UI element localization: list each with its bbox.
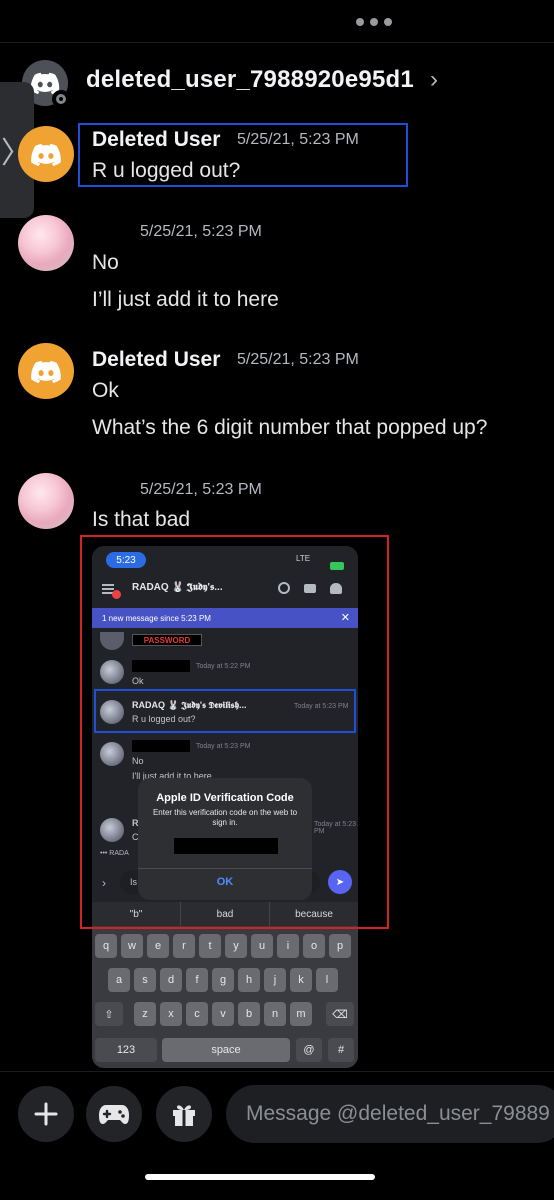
plus-icon	[34, 1102, 58, 1126]
gift-button[interactable]	[156, 1086, 212, 1142]
backspace-icon: ⌫	[326, 1002, 354, 1026]
at-key: @	[296, 1038, 322, 1062]
key: b	[238, 1002, 260, 1026]
numbers-key: 123	[95, 1038, 157, 1062]
key: g	[212, 968, 234, 992]
key: z	[134, 1002, 156, 1026]
highlight-box-blue	[78, 123, 408, 187]
message-text: Ok	[92, 379, 119, 402]
message-text: No	[92, 251, 119, 274]
key: y	[225, 934, 247, 958]
key: a	[108, 968, 130, 992]
shift-icon: ⇧	[95, 1002, 123, 1026]
key: o	[303, 934, 325, 958]
activities-button[interactable]	[86, 1086, 142, 1142]
key: p	[329, 934, 351, 958]
add-button[interactable]	[18, 1086, 74, 1142]
key: d	[160, 968, 182, 992]
gift-icon	[173, 1105, 195, 1126]
divider	[0, 42, 554, 43]
divider	[0, 1071, 554, 1072]
key: t	[199, 934, 221, 958]
channel-title[interactable]: deleted_user_7988920e95d1	[86, 66, 414, 94]
status-indicator	[52, 90, 70, 108]
avatar[interactable]	[18, 215, 74, 271]
discord-logo-icon	[31, 360, 61, 383]
key: q	[95, 934, 117, 958]
space-key: space	[162, 1038, 290, 1062]
chevron-right-icon[interactable]: ›	[430, 66, 438, 94]
key: n	[264, 1002, 286, 1026]
highlight-box-red	[80, 535, 389, 929]
key: f	[186, 968, 208, 992]
message-timestamp: 5/25/21, 5:23 PM	[140, 223, 262, 240]
message-text: What’s the 6 digit number that popped up…	[92, 416, 488, 439]
avatar[interactable]	[18, 473, 74, 529]
key: e	[147, 934, 169, 958]
message-text: I’ll just add it to here	[92, 288, 279, 311]
key: l	[316, 968, 338, 992]
keyboard: q w e r t y u i o p a s d f g h j k l ⇧ …	[92, 926, 358, 1068]
avatar[interactable]	[18, 126, 74, 182]
key: h	[238, 968, 260, 992]
key: x	[160, 1002, 182, 1026]
discord-logo-icon	[31, 143, 61, 166]
message-author[interactable]: Deleted User	[92, 348, 220, 372]
key: r	[173, 934, 195, 958]
message-text: Is that bad	[92, 508, 191, 531]
message-input[interactable]: Message @deleted_user_79889	[226, 1085, 554, 1143]
avatar[interactable]	[18, 343, 74, 399]
gamepad-icon	[99, 1105, 129, 1124]
key: k	[290, 968, 312, 992]
message-input-placeholder: Message @deleted_user_79889	[246, 1102, 550, 1125]
key: u	[251, 934, 273, 958]
key: j	[264, 968, 286, 992]
more-dots-icon[interactable]	[356, 18, 392, 26]
key: c	[186, 1002, 208, 1026]
key: i	[277, 934, 299, 958]
key: m	[290, 1002, 312, 1026]
hash-key: #	[328, 1038, 354, 1062]
key: v	[212, 1002, 234, 1026]
message-timestamp: 5/25/21, 5:23 PM	[140, 481, 262, 498]
home-indicator[interactable]	[145, 1174, 375, 1180]
message-timestamp: 5/25/21, 5:23 PM	[237, 351, 359, 368]
key: s	[134, 968, 156, 992]
key: w	[121, 934, 143, 958]
